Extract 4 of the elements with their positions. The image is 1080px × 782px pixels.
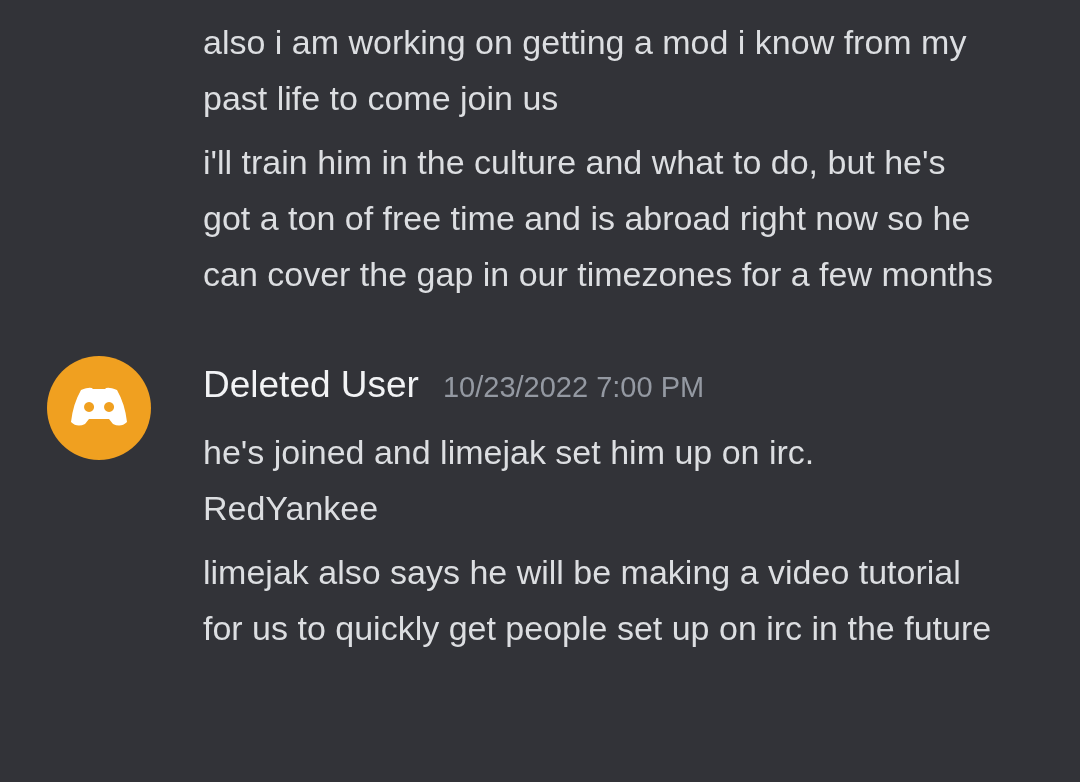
username[interactable]: Deleted User: [203, 364, 419, 406]
message-text: limejak also says he will be making a video tutorial for us to quickly get people set up on irc in the future: [203, 552, 993, 649]
timestamp: 10/23/2022 7:00 PM: [442, 371, 705, 404]
message-text: i'll train him in the culture and what to do, but he's got a ton of free time and is abroad right now so he can cover the gap in our timezones for a few months: [203, 142, 993, 295]
